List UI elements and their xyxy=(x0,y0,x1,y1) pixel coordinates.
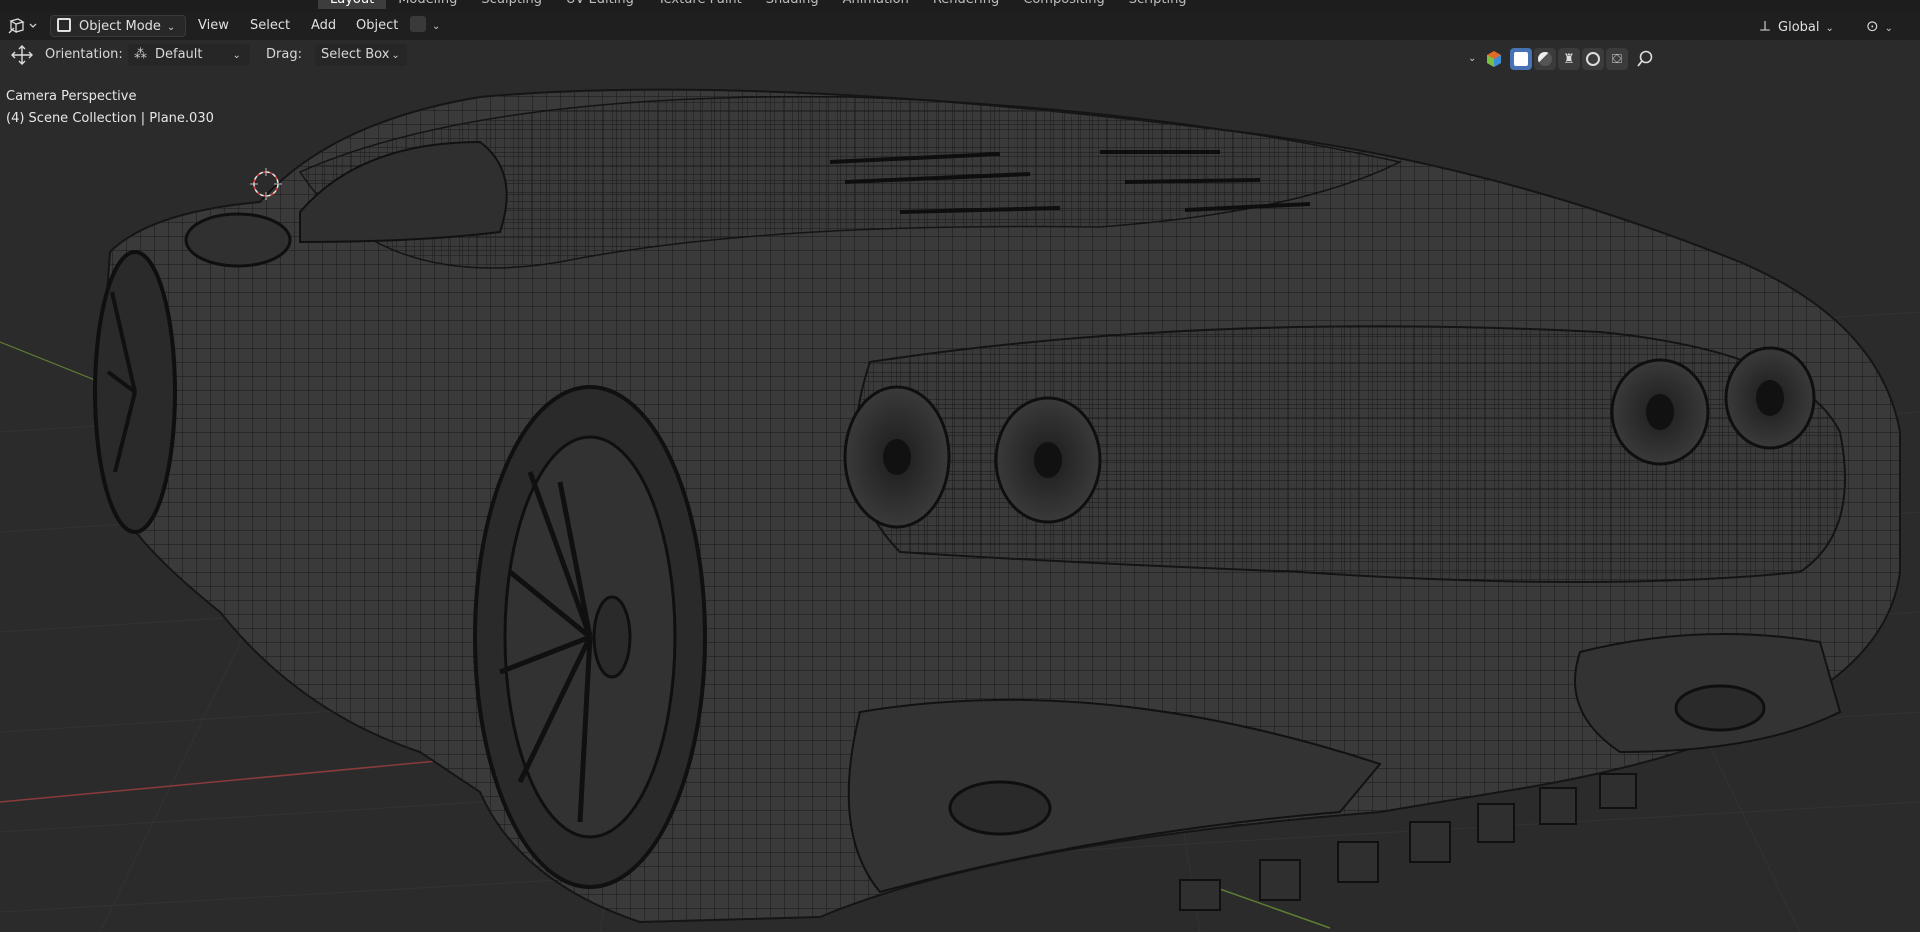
viewport-search[interactable] xyxy=(1636,48,1920,70)
rear-wheel-left xyxy=(473,385,707,889)
chevron-down-icon[interactable]: ⌄ xyxy=(1468,48,1482,70)
editor-type-button[interactable] xyxy=(6,15,40,37)
drag-value: Select Box xyxy=(321,47,390,62)
chevron-down-icon: ⌄ xyxy=(232,50,241,61)
chevron-down-icon: ⌄ xyxy=(1884,23,1893,34)
tab-animation[interactable]: Animation xyxy=(831,0,921,9)
menu-object[interactable]: Object xyxy=(349,15,405,37)
wireframe-icon xyxy=(1514,52,1528,66)
material-shading-button[interactable]: ♜ xyxy=(1558,48,1580,70)
shading-options-icon: ⛋ xyxy=(1612,51,1622,67)
wireframe-shading-button[interactable] xyxy=(1510,48,1532,70)
chevron-down-icon: ⌄ xyxy=(1825,23,1834,34)
menu-select[interactable]: Select xyxy=(243,15,297,37)
tab-compositing[interactable]: Compositing xyxy=(1011,0,1117,9)
mode-dropdown[interactable]: Object Mode ⌄ xyxy=(50,15,186,37)
menu-view[interactable]: View xyxy=(191,15,236,37)
tab-layout[interactable]: Layout xyxy=(318,0,387,9)
tab-uv-editing[interactable]: UV Editing xyxy=(554,0,646,9)
orientation-dropdown[interactable]: ⁂ Default ⌄ xyxy=(128,44,250,66)
tab-modeling[interactable]: Modeling xyxy=(386,0,469,9)
drag-label: Drag: xyxy=(266,47,302,62)
rendered-shading-button[interactable] xyxy=(1582,48,1604,70)
viewport-info-overlay: Camera Perspective (4) Scene Collection … xyxy=(6,86,214,130)
rear-wheel-right xyxy=(93,250,177,534)
blender-window: Layout Modeling Sculpting UV Editing Tex… xyxy=(0,0,1920,932)
mirror xyxy=(184,212,292,268)
chevron-down-icon: ⌄ xyxy=(432,21,441,32)
object-mode-icon xyxy=(57,18,71,32)
pivot-icon: ⊙ xyxy=(1866,17,1879,35)
tab-shading[interactable]: Shading xyxy=(754,0,831,9)
chevron-down-icon: ⌄ xyxy=(391,50,400,61)
transform-orientation-label: Global xyxy=(1778,20,1820,35)
material-icon: ♜ xyxy=(1563,51,1575,67)
tab-rendering[interactable]: Rendering xyxy=(921,0,1011,9)
view-name: Camera Perspective xyxy=(6,89,137,104)
exhaust-left xyxy=(948,780,1052,836)
rendered-sphere-icon xyxy=(1586,52,1600,66)
collection-info: (4) Scene Collection | Plane.030 xyxy=(6,111,214,126)
viewport-header: Object Mode ⌄ View Select Add Object ⌄ ⟂ G… xyxy=(0,12,1920,40)
tab-sculpting[interactable]: Sculpting xyxy=(469,0,554,9)
shading-options-button[interactable]: ⛋ xyxy=(1606,48,1628,70)
shortcut-icon-button[interactable]: ⌄ xyxy=(410,15,450,37)
orientation-label: Orientation: xyxy=(45,47,123,62)
tab-scripting[interactable]: Scripting xyxy=(1117,0,1199,9)
tool-settings-bar: Orientation: ⁂ Default ⌄ Drag: Select Box ⌄ xyxy=(0,40,1920,70)
overlay-toggles: ⌄ xyxy=(1468,48,1504,70)
transform-orientation-dropdown[interactable]: ⟂ Global ⌄ xyxy=(1760,15,1868,37)
car-mesh[interactable] xyxy=(93,88,1901,924)
solid-shading-button[interactable] xyxy=(1534,48,1556,70)
exhaust-right xyxy=(1674,684,1766,732)
menu-add[interactable]: Add xyxy=(304,15,343,37)
shortcut-icon xyxy=(410,16,426,32)
move-tool-icon[interactable] xyxy=(8,44,36,66)
orientation-axes-icon: ⁂ xyxy=(134,47,147,62)
tab-texture-paint[interactable]: Texture Paint xyxy=(646,0,754,9)
drag-dropdown[interactable]: Select Box ⌄ xyxy=(315,44,407,66)
workspace-tab-strip: Layout Modeling Sculpting UV Editing Tex… xyxy=(0,0,1920,12)
viewport-icon xyxy=(8,18,37,34)
y-axis-line-left xyxy=(0,341,101,383)
orientation-value: Default xyxy=(155,47,203,62)
gizmo-color-icon[interactable] xyxy=(1484,48,1504,70)
shading-mode-buttons: ♜ ⛋ xyxy=(1510,48,1628,70)
solid-sphere-icon xyxy=(1538,52,1552,66)
mode-label: Object Mode xyxy=(79,19,161,34)
viewport-canvas[interactable] xyxy=(0,12,1920,932)
orientation-icon: ⟂ xyxy=(1760,17,1771,35)
search-icon xyxy=(1637,50,1653,67)
3d-viewport[interactable] xyxy=(0,12,1920,932)
pivot-point-button[interactable]: ⊙ ⌄ xyxy=(1866,15,1914,37)
chevron-down-icon: ⌄ xyxy=(166,22,176,33)
